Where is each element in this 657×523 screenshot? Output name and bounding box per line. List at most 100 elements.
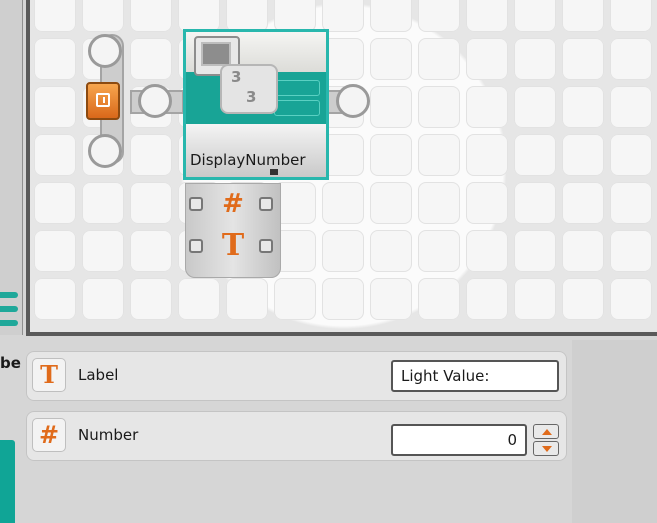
- grid-cell: [610, 182, 652, 224]
- number-caption: Number: [78, 426, 139, 444]
- grid-cell: [322, 0, 364, 32]
- grid-cell: [226, 278, 268, 320]
- grid-cell: [130, 0, 172, 32]
- panel-side-label: be: [0, 354, 21, 372]
- label-text-field[interactable]: Light Value:: [391, 360, 559, 392]
- grid-cell: [418, 230, 460, 272]
- left-palette-strip: [0, 0, 23, 335]
- grid-cell: [34, 38, 76, 80]
- grid-cell: [418, 38, 460, 80]
- grid-cell: [466, 0, 508, 32]
- spin-down-button[interactable]: [533, 441, 559, 456]
- number-field[interactable]: 0: [391, 424, 527, 456]
- grid-cell: [418, 182, 460, 224]
- grid-cell: [562, 278, 604, 320]
- grid-cell: [34, 182, 76, 224]
- grid-cell: [370, 0, 412, 32]
- text-icon: T: [32, 358, 66, 392]
- grid-cell: [322, 182, 364, 224]
- palette-tab[interactable]: [0, 292, 18, 298]
- grid-cell: [562, 0, 604, 32]
- grid-cell: [178, 0, 220, 32]
- output-plug[interactable]: [259, 197, 273, 211]
- block-corner: [270, 169, 278, 175]
- grid-cell: [34, 86, 76, 128]
- output-plug[interactable]: [259, 239, 273, 253]
- digit-bottom: 3: [246, 88, 257, 106]
- grid-cell: [562, 230, 604, 272]
- grid-cell: [562, 38, 604, 80]
- grid-cell: [370, 182, 412, 224]
- text-glyph: T: [40, 360, 58, 389]
- grid-cell: [514, 38, 556, 80]
- bar-icon: [274, 80, 320, 96]
- grid-cell: [610, 38, 652, 80]
- grid-cell: [274, 0, 316, 32]
- palette-tab[interactable]: [0, 306, 18, 312]
- grid-cell: [370, 38, 412, 80]
- grid-cell: [370, 134, 412, 176]
- property-row-label: T Label Light Value:: [26, 351, 567, 401]
- grid-cell: [610, 278, 652, 320]
- input-plug[interactable]: [189, 239, 203, 253]
- grid-cell: [466, 230, 508, 272]
- grid-cell: [466, 278, 508, 320]
- connector-circle[interactable]: [88, 34, 122, 68]
- connector-circle[interactable]: [88, 134, 122, 168]
- grid-cell: [130, 134, 172, 176]
- grid-cell: [610, 230, 652, 272]
- grid-cell: [466, 134, 508, 176]
- grid-cell: [418, 0, 460, 32]
- display-number-icon: 3 3: [220, 64, 278, 114]
- grid-cell: [130, 278, 172, 320]
- grid-cell: [226, 0, 268, 32]
- grid-cell: [610, 134, 652, 176]
- input-plug[interactable]: [189, 197, 203, 211]
- grid-cell: [34, 278, 76, 320]
- grid-cell: [466, 182, 508, 224]
- grid-cell: [562, 134, 604, 176]
- left-teal-tab[interactable]: [0, 440, 15, 523]
- grid-cell: [514, 278, 556, 320]
- hash-glyph: #: [38, 420, 60, 449]
- grid-cell: [130, 230, 172, 272]
- text-icon: T: [221, 228, 245, 263]
- grid-cell: [514, 182, 556, 224]
- grid-cell: [610, 86, 652, 128]
- grid-cell: [418, 134, 460, 176]
- grid-cell: [370, 86, 412, 128]
- connector-circle[interactable]: [336, 84, 370, 118]
- grid-cell: [370, 230, 412, 272]
- grid-cell: [130, 182, 172, 224]
- start-icon[interactable]: [86, 82, 120, 120]
- grid-cell: [178, 278, 220, 320]
- grid-cell: [82, 230, 124, 272]
- grid-cell: [274, 278, 316, 320]
- grid-cell: [82, 278, 124, 320]
- grid-cell: [562, 86, 604, 128]
- grid-cell: [82, 182, 124, 224]
- block-label: DisplayNumber: [190, 151, 306, 169]
- program-canvas[interactable]: 3 3 DisplayNumber # T: [26, 0, 657, 336]
- grid-cell: [34, 134, 76, 176]
- palette-tab[interactable]: [0, 320, 18, 326]
- grid-cell: [418, 86, 460, 128]
- grid-cell: [610, 0, 652, 32]
- grid-cell: [130, 38, 172, 80]
- number-spinner[interactable]: [533, 424, 559, 456]
- grid-cell: [514, 134, 556, 176]
- grid-cell: [514, 230, 556, 272]
- grid-cell: [514, 86, 556, 128]
- data-hub[interactable]: # T: [185, 183, 281, 278]
- grid-cell: [82, 0, 124, 32]
- grid-cell: [34, 230, 76, 272]
- label-caption: Label: [78, 366, 119, 384]
- spin-up-button[interactable]: [533, 424, 559, 439]
- grid-cell: [322, 230, 364, 272]
- digit-top: 3: [231, 68, 242, 86]
- grid-cell: [322, 278, 364, 320]
- display-number-block[interactable]: 3 3 DisplayNumber: [183, 29, 329, 180]
- grid-cell: [514, 0, 556, 32]
- connector-circle[interactable]: [138, 84, 172, 118]
- grid-cell: [370, 278, 412, 320]
